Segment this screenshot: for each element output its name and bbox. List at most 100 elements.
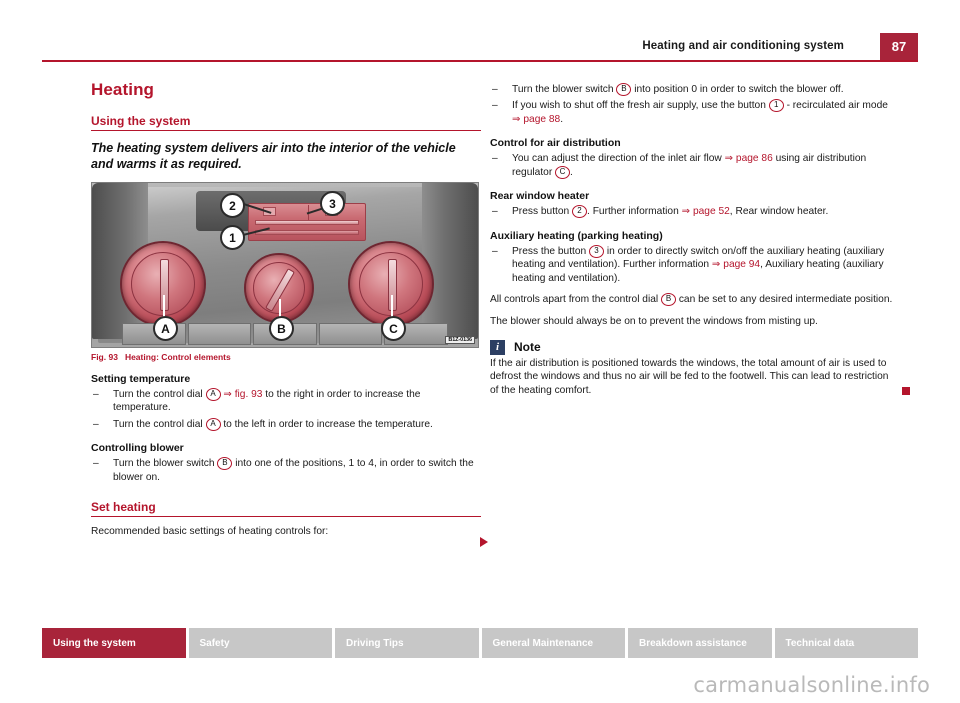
- callout-1: 1: [220, 225, 245, 250]
- block-heading: Controlling blower: [91, 442, 184, 455]
- bullet-dash: –: [492, 153, 498, 165]
- left-column: Heating Using the system The heating sys…: [91, 80, 488, 549]
- text-run: , Rear window heater.: [729, 206, 829, 218]
- text-run: .: [570, 166, 573, 178]
- bullet-dash: –: [492, 206, 498, 218]
- text-run: If you wish to shut off the fresh air su…: [512, 100, 769, 112]
- bullet-item: – If you wish to shut off the fresh air s…: [490, 99, 898, 126]
- note-body: If the air distribution is positioned to…: [490, 357, 889, 396]
- right-top-bullets: – Turn the blower switch B into position …: [490, 83, 898, 126]
- block-heading: Auxiliary heating (parking heating): [490, 229, 663, 242]
- set-heating-heading-wrap: Set heating: [91, 500, 481, 518]
- callout-ref-A: A: [205, 388, 221, 401]
- block-heading: Setting temperature: [91, 373, 191, 385]
- lower-button-2: [187, 323, 252, 345]
- page-header: Heating and air conditioning system 87: [0, 0, 960, 62]
- subsection-title: Using the system: [91, 114, 191, 128]
- page-number-badge: 87: [880, 33, 918, 60]
- bullet-item: – Press button 2. Further information ⇒ p…: [490, 205, 898, 219]
- lower-button-4: [318, 323, 383, 345]
- left-content-blocks: Setting temperature – Turn the control dia…: [91, 373, 481, 484]
- text-run: Turn the blower switch: [113, 458, 218, 470]
- callout-ref-1: 1: [768, 99, 784, 113]
- right-column: – Turn the blower switch B into position …: [490, 80, 910, 397]
- text-run: can be set to any desired intermediate p…: [676, 294, 893, 306]
- note-header: i Note: [490, 339, 898, 355]
- bullet-dash: –: [93, 389, 99, 400]
- text-run: .: [560, 113, 564, 125]
- text-run: to the left in order to increase the tem…: [220, 418, 433, 430]
- note-label: Note: [514, 340, 541, 355]
- bullet-dash: –: [492, 245, 498, 257]
- bullet-dash: –: [492, 84, 498, 95]
- text-run: into position 0 in order to switch the b…: [631, 84, 844, 95]
- bullet-item: – Turn the control dial A ⇒ fig. 93 to th…: [91, 388, 481, 415]
- intro-paragraph: The heating system delivers air into the…: [91, 141, 456, 171]
- footer-navigation[interactable]: Using the system Safety Driving Tips Genera…: [42, 628, 918, 658]
- footer-tab-breakdown-assistance[interactable]: Breakdown assistance: [628, 628, 772, 658]
- bullet-item: – Press the button 3 in order to directly…: [490, 244, 898, 285]
- section-end-marker-icon: [902, 386, 910, 395]
- callout-ref-C: C: [555, 165, 571, 179]
- set-heating-title: Set heating: [91, 500, 156, 515]
- text-run: - recirculated air mode: [783, 100, 888, 112]
- text-run: . Further information: [587, 206, 682, 218]
- button-slot-upper: [255, 220, 359, 225]
- page-title: Heating and air conditioning system: [642, 40, 844, 52]
- callout-C: C: [381, 316, 406, 341]
- callout-B: B: [269, 316, 294, 341]
- bullet-item: – You can adjust the direction of the inl…: [490, 152, 898, 179]
- cross-reference-link[interactable]: ⇒ page 94: [712, 259, 760, 270]
- bullet-item: – Turn the blower switch B into position …: [490, 83, 898, 96]
- text-run: You can adjust the direction of the inle…: [512, 153, 725, 165]
- section-title: Heating: [91, 80, 155, 99]
- right-content-blocks: Control for air distribution – You can adj…: [490, 137, 898, 285]
- text-run: Press button: [512, 206, 573, 218]
- callout-ref-3: 3: [589, 244, 605, 258]
- watermark: carmanualsonline.info: [693, 673, 930, 697]
- block-heading: Control for air distribution: [490, 137, 621, 150]
- footer-tab-driving-tips[interactable]: Driving Tips: [335, 628, 479, 658]
- text-run: Turn the control dial: [113, 418, 206, 430]
- footer-tab-technical-data[interactable]: Technical data: [774, 628, 918, 658]
- paragraph: All controls apart from the control dial…: [490, 293, 898, 307]
- figure-caption-text: Heating: Control elements: [124, 352, 231, 362]
- callout-ref-B: B: [217, 457, 233, 471]
- set-heating-text: Recommended basic settings of heating co…: [91, 526, 329, 538]
- callout-ref-A: A: [205, 417, 221, 431]
- right-paragraphs: All controls apart from the control dial…: [490, 293, 898, 328]
- figure-number: Fig. 93: [91, 352, 118, 362]
- air-distribution-dial-pointer: [388, 259, 397, 311]
- cross-reference-link[interactable]: ⇒ page 88: [512, 114, 560, 125]
- figure-code-label: B1Z-0136: [445, 336, 475, 344]
- bullet-item: – Turn the control dial A to the left in …: [91, 417, 481, 431]
- header-divider: [42, 60, 918, 62]
- callout-ref-B: B: [616, 83, 632, 96]
- bullet-dash: –: [492, 100, 498, 112]
- callout-2: 2: [220, 193, 245, 218]
- figure-block: 2 3 1 A B C B1Z-0136 Fig. 93 Heating: Con…: [91, 182, 479, 362]
- block-heading: Rear window heater: [490, 190, 590, 203]
- button-strip: [248, 203, 366, 241]
- callout-A: A: [153, 316, 178, 341]
- footer-tab-using-the-system[interactable]: Using the system: [42, 628, 186, 658]
- callout-3: 3: [320, 191, 345, 216]
- cross-reference-link[interactable]: ⇒ page 86: [725, 153, 773, 164]
- paragraph: The blower should always be on to preven…: [490, 315, 898, 328]
- bullet-item: – Turn the blower switch B into one of th…: [91, 457, 481, 484]
- cross-reference-link[interactable]: ⇒ fig. 93: [221, 389, 262, 400]
- footer-tab-safety[interactable]: Safety: [188, 628, 332, 658]
- cross-reference-link[interactable]: ⇒ page 52: [682, 206, 730, 217]
- callout-ref-2: 2: [572, 205, 588, 219]
- panel-right-shadow: [422, 183, 478, 339]
- button-slot-lower: [255, 230, 359, 235]
- text-run: Press the button: [512, 245, 590, 257]
- figure-caption: Fig. 93 Heating: Control elements: [91, 352, 479, 362]
- callout-ref-B: B: [661, 293, 676, 307]
- info-icon: i: [490, 339, 505, 355]
- footer-tab-general-maintenance[interactable]: General Maintenance: [481, 628, 625, 658]
- subsection-heading-wrap: Using the system: [91, 114, 481, 131]
- text-run: Turn the blower switch: [512, 84, 617, 95]
- text-run: All controls apart from the control dial: [490, 294, 661, 306]
- text-run: The blower should always be on to preven…: [490, 315, 818, 327]
